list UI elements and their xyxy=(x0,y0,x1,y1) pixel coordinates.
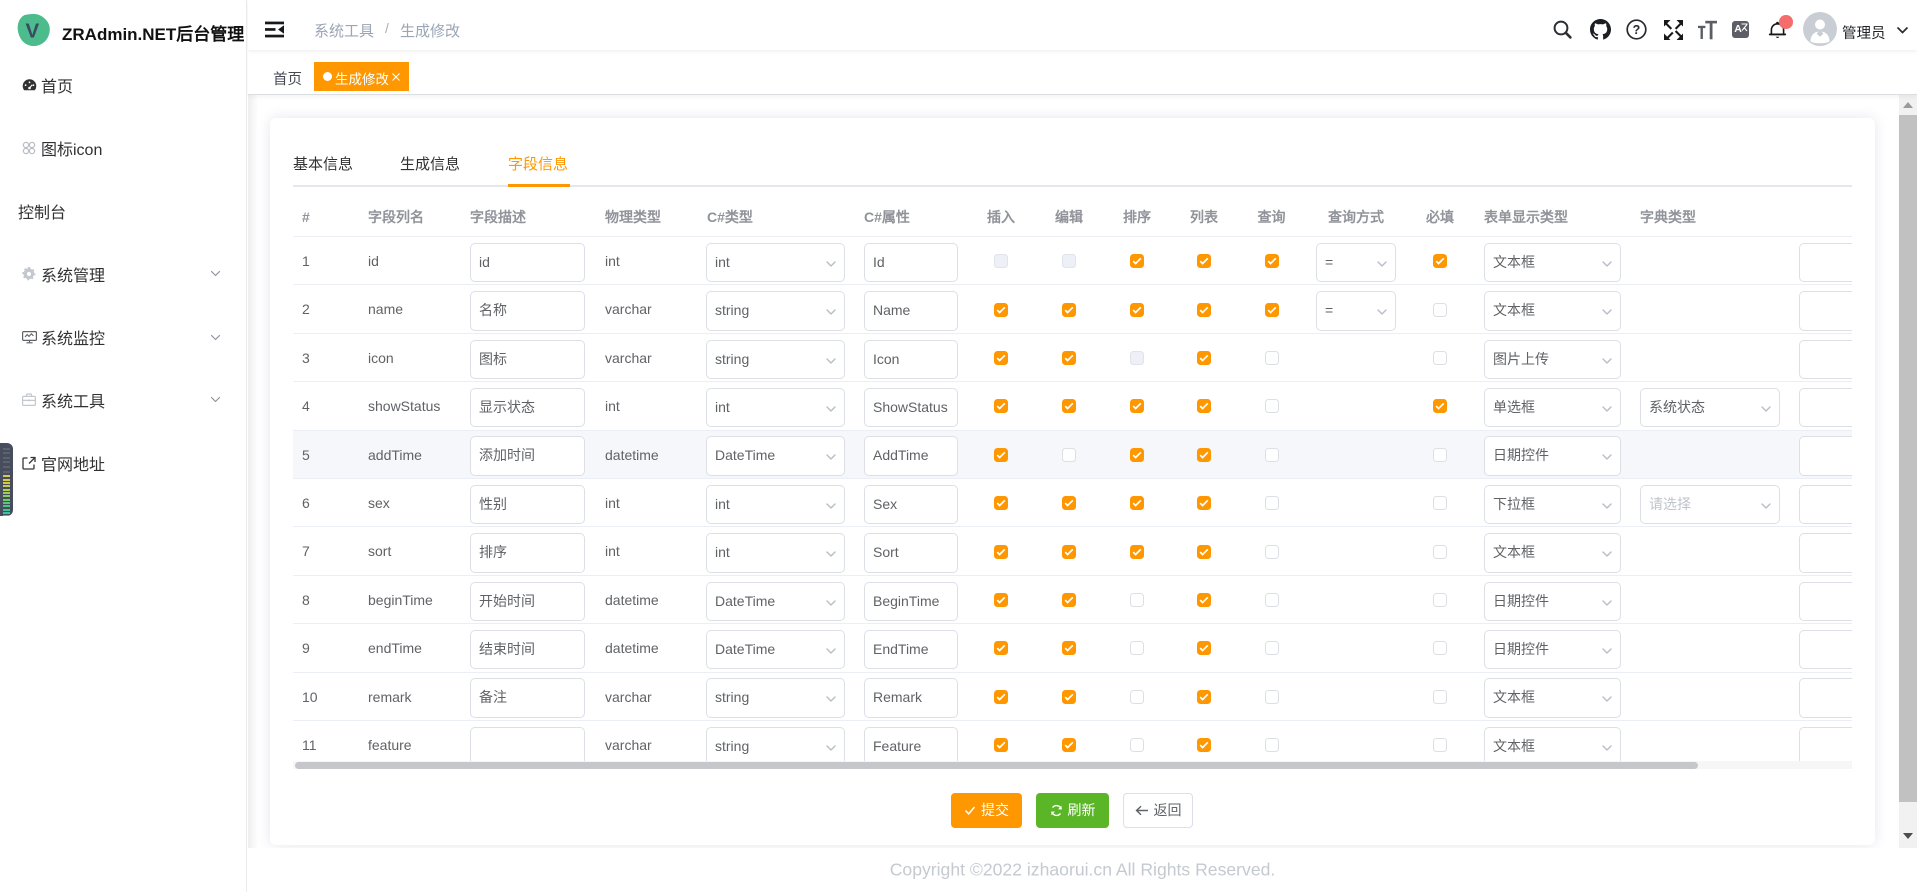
svg-text:V: V xyxy=(26,19,40,42)
svg-text:?: ? xyxy=(1633,23,1641,37)
